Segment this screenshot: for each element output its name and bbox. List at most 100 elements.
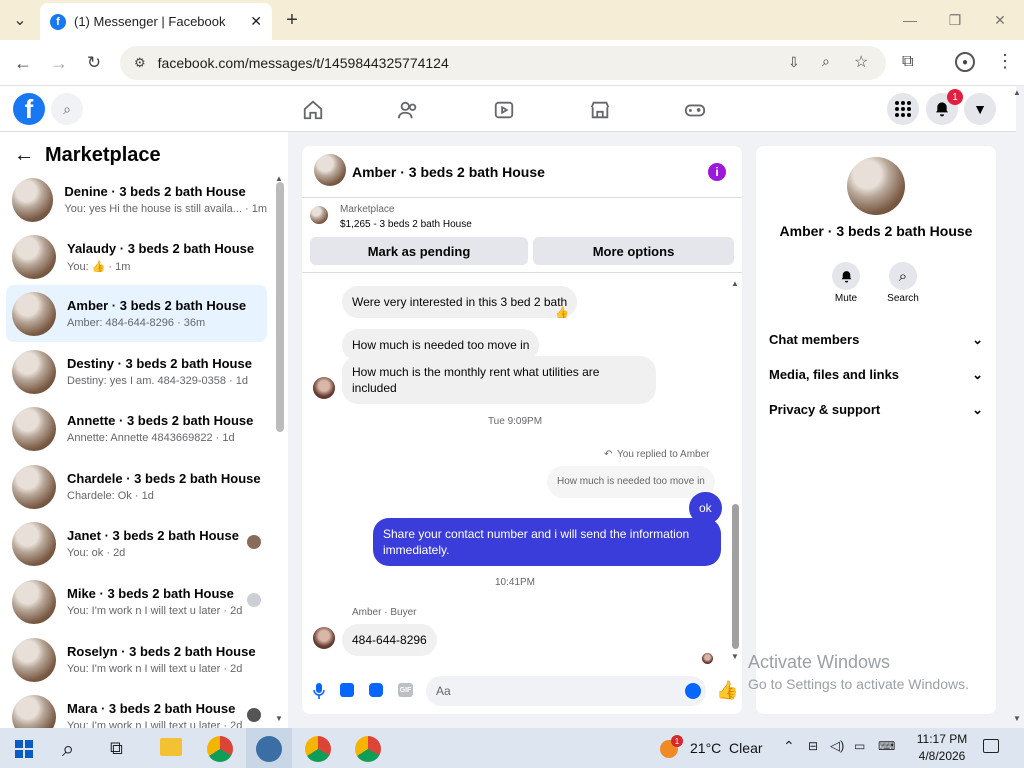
chat-members-section[interactable]: Chat members ⌄: [769, 332, 983, 348]
keyboard-icon[interactable]: ⌨: [878, 739, 895, 753]
conversation-name: Roselyn · 3 beds 2 bath House: [67, 644, 256, 659]
conversation-item[interactable]: Denine · 3 beds 2 bath House You: yes Hi…: [6, 171, 267, 228]
conversation-list-scrollbar[interactable]: [276, 182, 284, 432]
conversation-item[interactable]: Annette · 3 beds 2 bath House Annette: A…: [6, 400, 267, 457]
page-scroll-up-arrow-icon[interactable]: ▲: [1013, 88, 1021, 97]
network-icon[interactable]: ⊟: [808, 739, 818, 753]
task-view-icon[interactable]: ⧉: [110, 738, 123, 759]
browser-menu-icon[interactable]: ⋮: [996, 51, 1014, 72]
like-reaction[interactable]: 👍: [555, 306, 569, 319]
thumbs-up-send-icon[interactable]: 👍: [716, 680, 738, 701]
close-window-icon[interactable]: ✕: [988, 8, 1012, 32]
listing-price[interactable]: $1,265 - 3 beds 2 bath House: [340, 219, 472, 230]
chat-header: Amber · 3 beds 2 bath House i: [302, 146, 742, 198]
conversation-item[interactable]: Yalaudy · 3 beds 2 bath House You: 👍 · 1…: [6, 228, 267, 285]
scroll-down-arrow-icon[interactable]: ▼: [731, 652, 739, 661]
app-icon[interactable]: [256, 736, 282, 762]
conversation-item[interactable]: Mike · 3 beds 2 bath House You: I'm work…: [6, 573, 267, 630]
forward-arrow-icon[interactable]: →: [48, 52, 70, 74]
sticker-icon[interactable]: [369, 683, 383, 697]
bookmark-star-icon[interactable]: ☆: [854, 52, 868, 72]
facebook-logo[interactable]: f: [13, 93, 45, 125]
mute-bell-icon[interactable]: [832, 262, 860, 290]
new-tab-plus-icon[interactable]: +: [280, 8, 304, 32]
emoji-icon[interactable]: [685, 683, 701, 699]
incoming-message[interactable]: How much is the monthly rent what utilit…: [342, 356, 656, 404]
mark-as-pending-button[interactable]: Mark as pending: [310, 237, 528, 265]
profile-icon[interactable]: ●: [955, 52, 975, 72]
tab-search-chevron-icon[interactable]: ⌄: [8, 8, 32, 32]
incoming-message[interactable]: Were very interested in this 3 bed 2 bat…: [342, 286, 578, 318]
gaming-icon[interactable]: [683, 98, 707, 122]
back-arrow-icon[interactable]: ←: [12, 52, 34, 74]
account-dropdown-icon[interactable]: ▼: [964, 93, 996, 125]
browser-toolbar: ← → ↻ ⚙ facebook.com/messages/t/14598443…: [0, 40, 1024, 86]
browser-tab-messenger[interactable]: f (1) Messenger | Facebook ✕: [40, 3, 272, 40]
chrome-icon[interactable]: [207, 736, 233, 762]
back-arrow-icon[interactable]: ←: [14, 144, 34, 167]
chat-details-panel: Amber · 3 beds 2 bath House Mute ⌕ Searc…: [756, 146, 996, 714]
install-app-icon[interactable]: ⇩: [788, 54, 800, 71]
conversation-name: Janet · 3 beds 2 bath House: [67, 528, 239, 543]
watch-video-icon[interactable]: [492, 98, 516, 122]
site-info-icon[interactable]: ⚙: [134, 55, 146, 71]
conversation-item[interactable]: Mara · 3 beds 2 bath House You: I'm work…: [6, 688, 267, 728]
more-options-button[interactable]: More options: [533, 237, 734, 265]
chrome-profile-icon[interactable]: [305, 736, 331, 762]
chat-scrollbar[interactable]: [732, 504, 739, 649]
friends-icon[interactable]: [396, 98, 420, 122]
minimize-window-icon[interactable]: —: [898, 8, 922, 32]
conversation-item[interactable]: Destiny · 3 beds 2 bath House Destiny: y…: [6, 343, 267, 400]
mute-label[interactable]: Mute: [816, 293, 876, 304]
search-icon[interactable]: ⌕: [62, 736, 74, 762]
tab-close-icon[interactable]: ✕: [250, 13, 262, 30]
media-files-links-section[interactable]: Media, files and links ⌄: [769, 367, 983, 383]
restore-window-icon[interactable]: ❐: [943, 8, 967, 32]
zoom-icon[interactable]: ⌕: [822, 53, 830, 70]
show-hidden-icons-chevron-icon[interactable]: ⌃: [783, 738, 795, 755]
privacy-support-section[interactable]: Privacy & support ⌄: [769, 402, 983, 418]
clock-time[interactable]: 11:17 PM: [912, 732, 972, 746]
outgoing-message[interactable]: Share your contact number and i will sen…: [373, 518, 721, 566]
extensions-puzzle-icon[interactable]: ⧉: [902, 53, 913, 71]
avatar: [12, 406, 56, 451]
home-icon[interactable]: [301, 98, 325, 122]
contact-avatar[interactable]: [847, 157, 905, 215]
page-scroll-down-arrow-icon[interactable]: ▼: [1013, 714, 1021, 723]
search-label[interactable]: Search: [873, 293, 933, 304]
conversation-item[interactable]: Janet · 3 beds 2 bath House You: ok · 2d: [6, 515, 267, 572]
display-icon[interactable]: ▭: [854, 739, 865, 753]
conversation-item[interactable]: Roselyn · 3 beds 2 bath House You: I'm w…: [6, 631, 267, 688]
weather-text[interactable]: 21°C Clear: [690, 740, 763, 756]
scroll-down-arrow-icon[interactable]: ▼: [275, 714, 283, 723]
sender-avatar[interactable]: [313, 377, 335, 399]
chrome-profile-icon[interactable]: [355, 736, 381, 762]
clock-date[interactable]: 4/8/2026: [912, 749, 972, 763]
search-icon[interactable]: ⌕: [889, 262, 917, 290]
listing-thumbnail[interactable]: [310, 206, 328, 224]
search-icon[interactable]: ⌕: [51, 93, 83, 125]
volume-icon[interactable]: ◁): [830, 738, 844, 754]
conversation-item-selected[interactable]: Amber · 3 beds 2 bath House Amber: 484-6…: [6, 285, 267, 342]
sender-avatar[interactable]: [313, 627, 335, 649]
scroll-up-arrow-icon[interactable]: ▲: [731, 279, 739, 288]
message-input[interactable]: Aa: [426, 676, 706, 706]
conversation-item[interactable]: Chardele · 3 beds 2 bath House Chardele:…: [6, 458, 267, 515]
microphone-icon[interactable]: [310, 682, 328, 700]
reload-icon[interactable]: ↻: [83, 52, 105, 74]
notifications-center-icon[interactable]: [983, 739, 999, 753]
photo-icon[interactable]: [340, 683, 354, 697]
timestamp: Tue 9:09PM: [487, 416, 543, 427]
menu-grid-icon[interactable]: [887, 93, 919, 125]
info-icon[interactable]: i: [708, 163, 726, 181]
gif-icon[interactable]: GIF: [398, 683, 413, 697]
marketplace-icon[interactable]: [588, 98, 612, 122]
chat-panel: Amber · 3 beds 2 bath House i Marketplac…: [302, 146, 742, 714]
chat-avatar[interactable]: [314, 154, 346, 186]
quoted-message[interactable]: How much is needed too move in: [547, 466, 715, 498]
windows-start-icon[interactable]: [15, 740, 33, 758]
file-explorer-icon[interactable]: [160, 738, 182, 756]
address-bar[interactable]: ⚙ facebook.com/messages/t/14598443257741…: [120, 46, 886, 80]
incoming-message[interactable]: 484-644-8296: [342, 624, 437, 656]
chat-title[interactable]: Amber · 3 beds 2 bath House: [352, 164, 545, 180]
